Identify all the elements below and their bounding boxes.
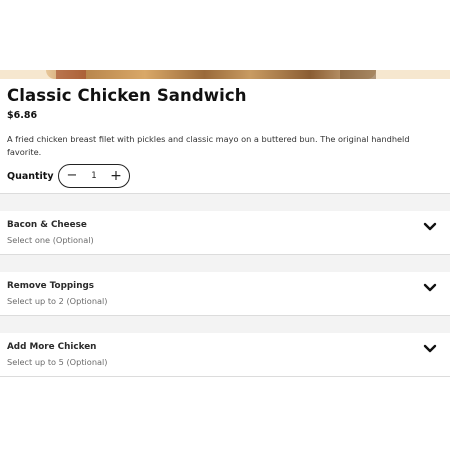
chevron-down-icon[interactable]	[423, 222, 437, 232]
quantity-value: 1	[91, 171, 97, 181]
quantity-label: Quantity	[7, 171, 54, 182]
option-group-name: Bacon & Cheese	[7, 220, 87, 230]
option-group-rule: Select up to 5 (Optional)	[7, 357, 108, 367]
option-group-rule: Select up to 2 (Optional)	[7, 296, 108, 306]
food-image-part	[56, 70, 86, 79]
option-group-add-more-chicken[interactable]: Add More Chicken Select up to 5 (Optiona…	[0, 333, 450, 377]
food-image-part	[46, 70, 376, 79]
option-group-bacon-cheese[interactable]: Bacon & Cheese Select one (Optional)	[0, 211, 450, 255]
plus-icon[interactable]: +	[105, 165, 127, 187]
item-detail-page: Classic Chicken Sandwich $6.86 A fried c…	[0, 0, 450, 450]
chevron-down-icon[interactable]	[423, 344, 437, 354]
option-group-remove-toppings[interactable]: Remove Toppings Select up to 2 (Optional…	[0, 272, 450, 316]
item-price: $6.86	[7, 110, 38, 121]
section-spacer	[0, 316, 450, 333]
minus-icon[interactable]: −	[61, 165, 83, 187]
item-description: A fried chicken breast filet with pickle…	[7, 134, 410, 157]
quantity-stepper: − 1 +	[58, 164, 130, 188]
section-spacer	[0, 194, 450, 211]
item-image	[0, 70, 450, 79]
chevron-down-icon[interactable]	[423, 283, 437, 293]
food-image-part	[340, 70, 376, 79]
option-group-name: Add More Chicken	[7, 342, 97, 352]
item-title: Classic Chicken Sandwich	[7, 86, 247, 105]
option-group-name: Remove Toppings	[7, 281, 94, 291]
option-group-rule: Select one (Optional)	[7, 235, 94, 245]
section-spacer	[0, 255, 450, 272]
